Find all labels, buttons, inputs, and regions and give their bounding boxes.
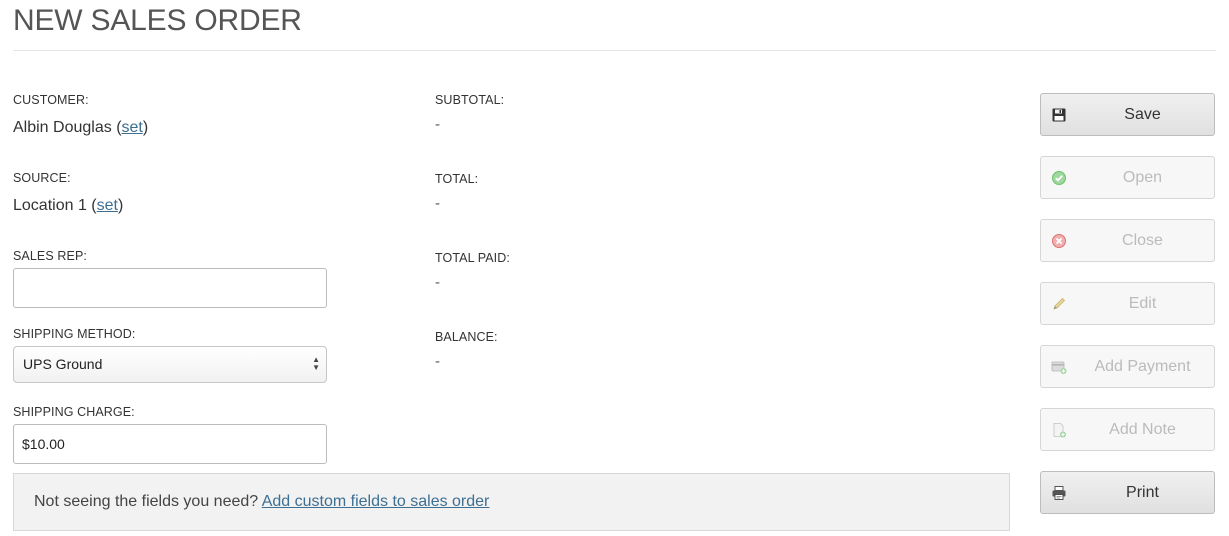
open-button-label: Open: [1122, 169, 1163, 186]
shipping-method-label: SHIPPING METHOD:: [13, 327, 136, 341]
note-add-icon: [1051, 422, 1067, 438]
check-circle-icon: [1051, 170, 1067, 186]
edit-button[interactable]: Edit: [1040, 282, 1215, 325]
save-button-label: Save: [1124, 106, 1161, 123]
shipping-method-select[interactable]: UPS Ground ▲ ▼: [13, 346, 327, 383]
sales-rep-input[interactable]: [13, 268, 327, 308]
add-payment-button-label: Add Payment: [1094, 358, 1191, 375]
source-set-link[interactable]: set: [97, 197, 118, 214]
customer-name: Albin Douglas: [13, 119, 112, 136]
save-button[interactable]: Save: [1040, 93, 1215, 136]
add-note-button[interactable]: Add Note: [1040, 408, 1215, 451]
print-button-label: Print: [1126, 484, 1159, 501]
subtotal-value: -: [435, 116, 440, 133]
shipping-method-selected: UPS Ground: [23, 356, 103, 372]
page-title: NEW SALES ORDER: [13, 4, 302, 37]
add-payment-button[interactable]: Add Payment: [1040, 345, 1215, 388]
customer-label: CUSTOMER:: [13, 93, 89, 107]
close-button-label: Close: [1122, 232, 1163, 249]
payment-card-icon: [1051, 359, 1067, 375]
custom-fields-notice: Not seeing the fields you need? Add cust…: [13, 473, 1010, 531]
customer-set-link[interactable]: set: [122, 119, 143, 136]
sales-rep-label: SALES REP:: [13, 249, 87, 263]
source-label: SOURCE:: [13, 171, 71, 185]
balance-value: -: [435, 353, 440, 370]
select-updown-icon: ▲ ▼: [312, 355, 320, 372]
title-divider: [13, 50, 1216, 51]
printer-icon: [1051, 485, 1067, 501]
shipping-charge-label: SHIPPING CHARGE:: [13, 405, 135, 419]
subtotal-label: SUBTOTAL:: [435, 93, 505, 107]
add-custom-fields-link[interactable]: Add custom fields to sales order: [262, 493, 490, 510]
close-button[interactable]: Close: [1040, 219, 1215, 262]
shipping-charge-input[interactable]: [13, 424, 327, 464]
x-circle-icon: [1051, 233, 1067, 249]
customer-value: Albin Douglas (set): [13, 119, 149, 136]
edit-button-label: Edit: [1128, 295, 1157, 312]
sales-order-page: NEW SALES ORDER CUSTOMER: Albin Douglas …: [0, 0, 1229, 536]
pencil-icon: [1051, 296, 1067, 312]
add-note-button-label: Add Note: [1109, 421, 1176, 438]
total-paid-label: TOTAL PAID:: [435, 251, 510, 265]
total-label: TOTAL:: [435, 172, 479, 186]
print-button[interactable]: Print: [1040, 471, 1215, 514]
balance-label: BALANCE:: [435, 330, 498, 344]
floppy-disk-icon: [1051, 107, 1067, 123]
source-name: Location 1: [13, 197, 87, 214]
custom-fields-text: Not seeing the fields you need?: [34, 493, 259, 510]
source-value: Location 1 (set): [13, 197, 124, 214]
total-value: -: [435, 195, 440, 212]
total-paid-value: -: [435, 274, 440, 291]
open-button[interactable]: Open: [1040, 156, 1215, 199]
